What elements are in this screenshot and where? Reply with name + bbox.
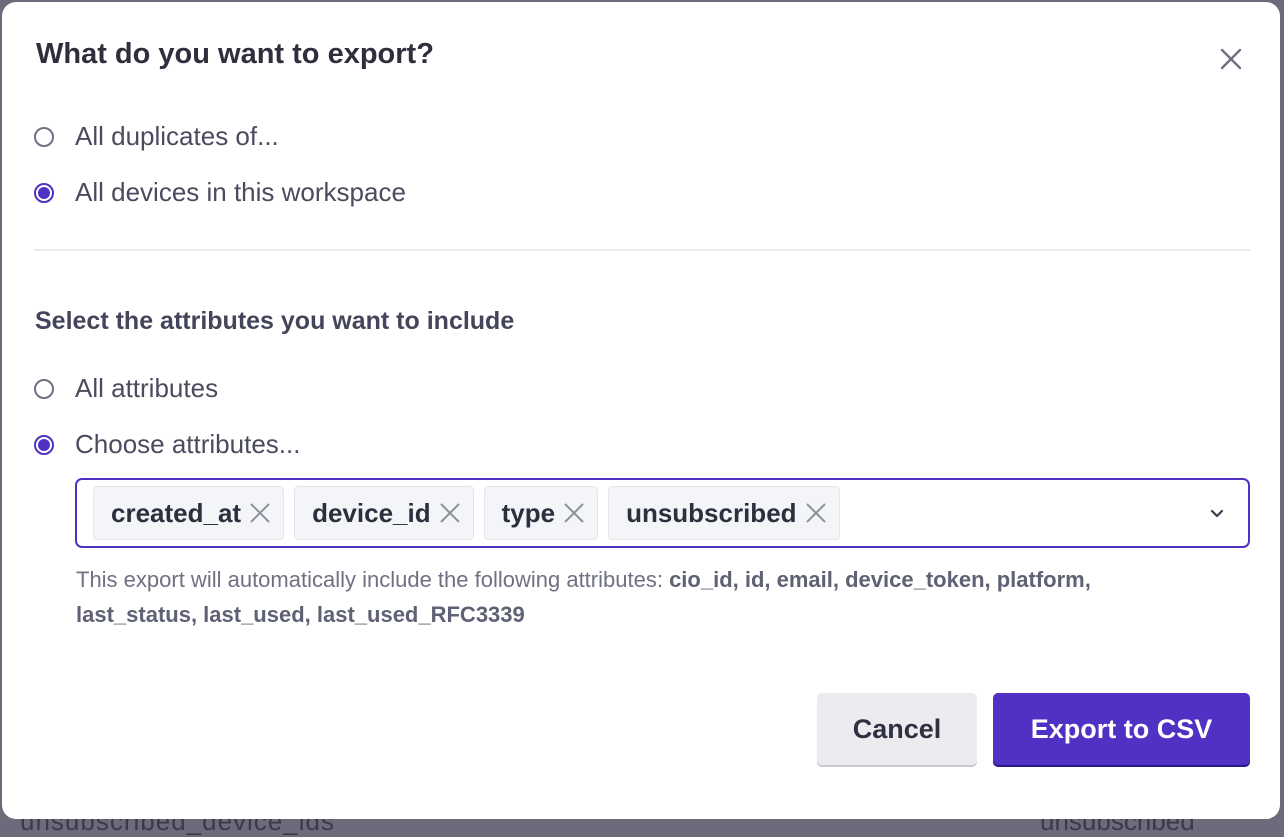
cancel-button[interactable]: Cancel — [817, 693, 977, 765]
remove-tag-button[interactable] — [563, 502, 585, 524]
remove-tag-button[interactable] — [439, 502, 461, 524]
radio-all-duplicates[interactable]: All duplicates of... — [34, 121, 279, 152]
radio-label: All duplicates of... — [75, 121, 279, 151]
radio-unchecked-icon[interactable] — [34, 126, 54, 147]
attributes-section-title: Select the attributes you want to includ… — [35, 307, 515, 335]
attribute-tag: type — [483, 486, 599, 540]
radio-label: All attributes — [75, 373, 219, 403]
dropdown-toggle[interactable] — [1208, 504, 1226, 522]
radio-checked-icon[interactable] — [34, 434, 54, 455]
radio-all-attributes[interactable]: All attributes — [34, 373, 218, 404]
attribute-tag: device_id — [294, 486, 474, 540]
radio-unchecked-icon[interactable] — [34, 378, 54, 399]
tag-label: unsubscribed — [626, 497, 797, 528]
remove-tag-button[interactable] — [805, 502, 827, 524]
close-button[interactable] — [1218, 46, 1244, 72]
close-icon — [564, 503, 584, 523]
tag-label: type — [501, 497, 556, 528]
remove-tag-button[interactable] — [249, 502, 271, 524]
attribute-tag: created_at — [93, 486, 285, 540]
tag-label: created_at — [111, 497, 242, 528]
close-icon — [250, 503, 270, 523]
chevron-down-icon — [1210, 509, 1224, 518]
radio-checked-icon[interactable] — [34, 182, 54, 203]
close-icon — [1220, 48, 1242, 70]
radio-all-devices[interactable]: All devices in this workspace — [34, 177, 406, 208]
modal-title: What do you want to export? — [36, 38, 434, 70]
radio-choose-attributes[interactable]: Choose attributes... — [34, 429, 300, 460]
help-text-prefix: This export will automatically include t… — [76, 567, 670, 592]
close-icon — [805, 503, 826, 523]
export-csv-button[interactable]: Export to CSV — [993, 693, 1250, 765]
attributes-multiselect[interactable]: created_at device_id type unsubscribed — [75, 478, 1250, 548]
attribute-tag: unsubscribed — [608, 486, 840, 540]
divider — [34, 249, 1250, 251]
radio-label: All devices in this workspace — [75, 177, 406, 207]
auto-attributes-help: This export will automatically include t… — [76, 562, 1186, 632]
radio-label: Choose attributes... — [75, 429, 301, 459]
close-icon — [439, 503, 460, 523]
export-modal: What do you want to export? All duplicat… — [2, 2, 1280, 819]
tag-label: device_id — [312, 497, 431, 528]
